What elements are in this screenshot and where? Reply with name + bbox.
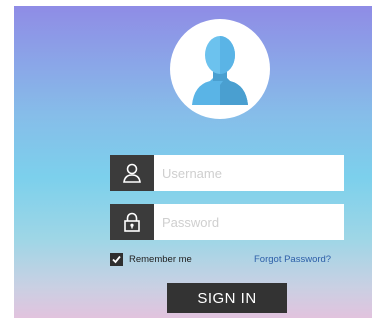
user-avatar-icon bbox=[192, 36, 248, 105]
lock-icon bbox=[110, 204, 154, 240]
sign-in-button[interactable]: SIGN IN bbox=[167, 283, 287, 313]
password-field[interactable] bbox=[110, 204, 344, 240]
avatar bbox=[170, 19, 270, 119]
forgot-password-link[interactable]: Forgot Password? bbox=[254, 254, 331, 265]
username-input[interactable] bbox=[162, 155, 338, 191]
remember-me-checkbox[interactable] bbox=[110, 253, 123, 266]
remember-me[interactable]: Remember me bbox=[110, 253, 192, 266]
username-field[interactable] bbox=[110, 155, 344, 191]
password-input[interactable] bbox=[162, 204, 338, 240]
login-background: Remember me Forgot Password? SIGN IN bbox=[14, 6, 372, 318]
check-icon bbox=[112, 255, 121, 264]
user-icon bbox=[110, 155, 154, 191]
remember-me-label: Remember me bbox=[129, 254, 192, 265]
